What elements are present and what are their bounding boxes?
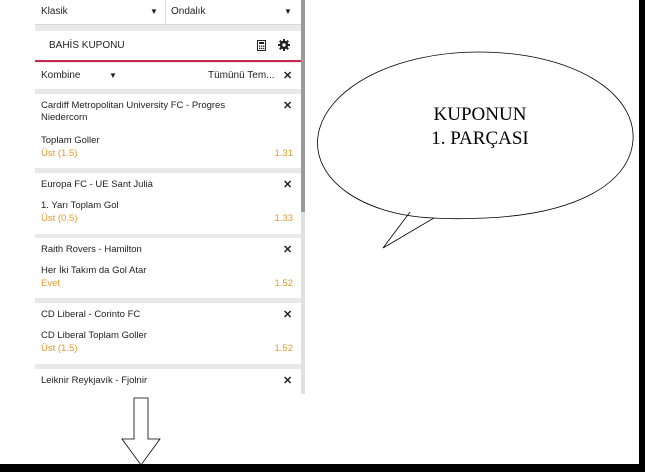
- canvas: Klasik ▼ Ondalık ▼ BAHİS KUPONU Kombine …: [0, 0, 639, 466]
- down-arrow-icon: [121, 397, 161, 466]
